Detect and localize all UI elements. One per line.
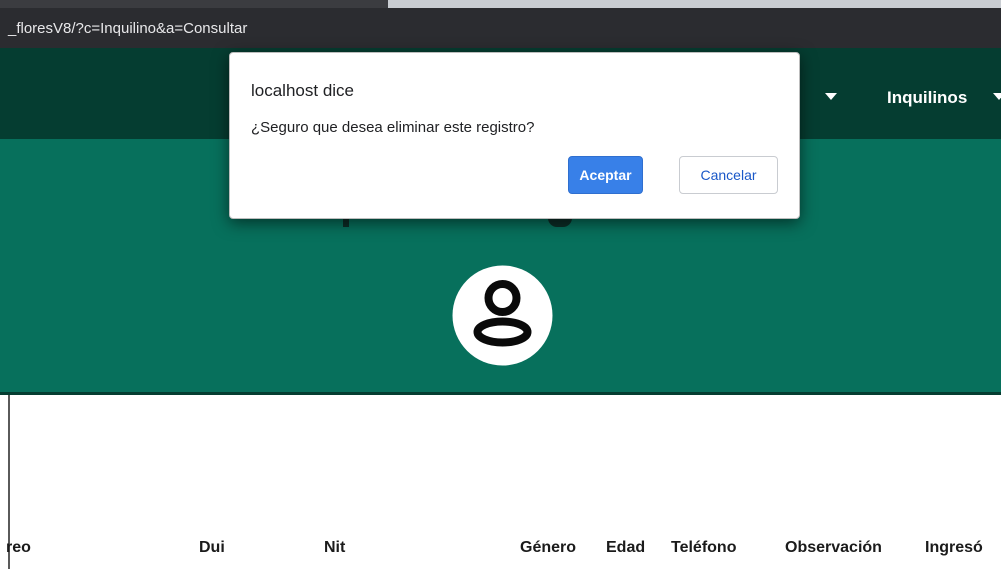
caret-down-icon[interactable] xyxy=(993,93,1001,100)
dialog-message: ¿Seguro que desea eliminar este registro… xyxy=(251,119,535,136)
screen-top-edge xyxy=(0,0,1001,8)
confirm-dialog: localhost dice ¿Seguro que desea elimina… xyxy=(229,52,800,219)
heading-fragment xyxy=(343,218,349,227)
address-bar[interactable]: _floresV8/?c=Inquilino&a=Consultar xyxy=(0,8,1001,48)
nav-item-inquilinos[interactable]: Inquilinos xyxy=(887,88,967,108)
url-text[interactable]: _floresV8/?c=Inquilino&a=Consultar xyxy=(8,20,247,37)
user-circle-icon xyxy=(452,265,553,366)
column-header: Nit xyxy=(324,539,346,556)
tab-strip-fragment xyxy=(0,0,388,8)
column-header: Observación xyxy=(785,539,882,556)
column-header: Dui xyxy=(199,539,225,556)
dialog-title: localhost dice xyxy=(251,81,355,100)
caret-down-icon[interactable] xyxy=(825,93,837,100)
browser-window: _floresV8/?c=Inquilino&a=Consultar Inqui… xyxy=(0,0,1001,569)
column-header: Edad xyxy=(606,539,646,556)
accept-button[interactable]: Aceptar xyxy=(568,156,643,194)
hero-divider xyxy=(0,392,1001,395)
heading-fragment xyxy=(548,218,572,227)
column-header: Género xyxy=(520,539,577,556)
column-header: Ingresó xyxy=(925,539,983,556)
column-header: reo xyxy=(6,539,31,556)
column-header: Teléfono xyxy=(671,539,737,556)
cancel-button[interactable]: Cancelar xyxy=(679,156,778,194)
